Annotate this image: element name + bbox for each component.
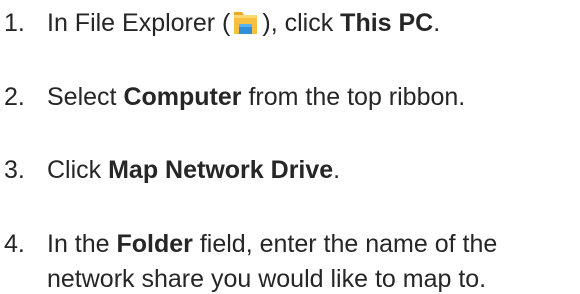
step-bold-term: This PC [340,9,434,37]
step-text-part: . [433,9,441,37]
step-number: 2. [4,83,25,111]
step-text-part: from the top ribbon. [241,83,466,111]
step-bold-term: Computer [123,83,242,111]
step-number: 3. [4,156,25,184]
step-number: 4. [4,230,25,258]
step-text-part: field, enter the name of the [192,230,498,258]
step-bold-term: Folder [116,230,193,258]
step-text-part: Select [47,83,124,111]
step-text-part: In File Explorer ( [47,9,231,37]
step-number: 1. [4,9,25,37]
step-text-part: Click [47,156,109,184]
step-text: Click Map Network Drive. [47,155,340,185]
step-text: network share you would like to map to. [47,265,487,293]
step-text-part: . [333,156,341,184]
step-text: In the Folder field, enter the name of t… [47,229,497,259]
step-bold-term: Map Network Drive [108,156,334,184]
step-text-part: In the [47,230,117,258]
file-explorer-folder-icon [233,8,258,36]
step-text-part: ), click [262,9,341,37]
step-text: In File Explorer ( ), click This PC. [47,8,440,38]
step-text: Select Computer from the top ribbon. [47,82,465,112]
